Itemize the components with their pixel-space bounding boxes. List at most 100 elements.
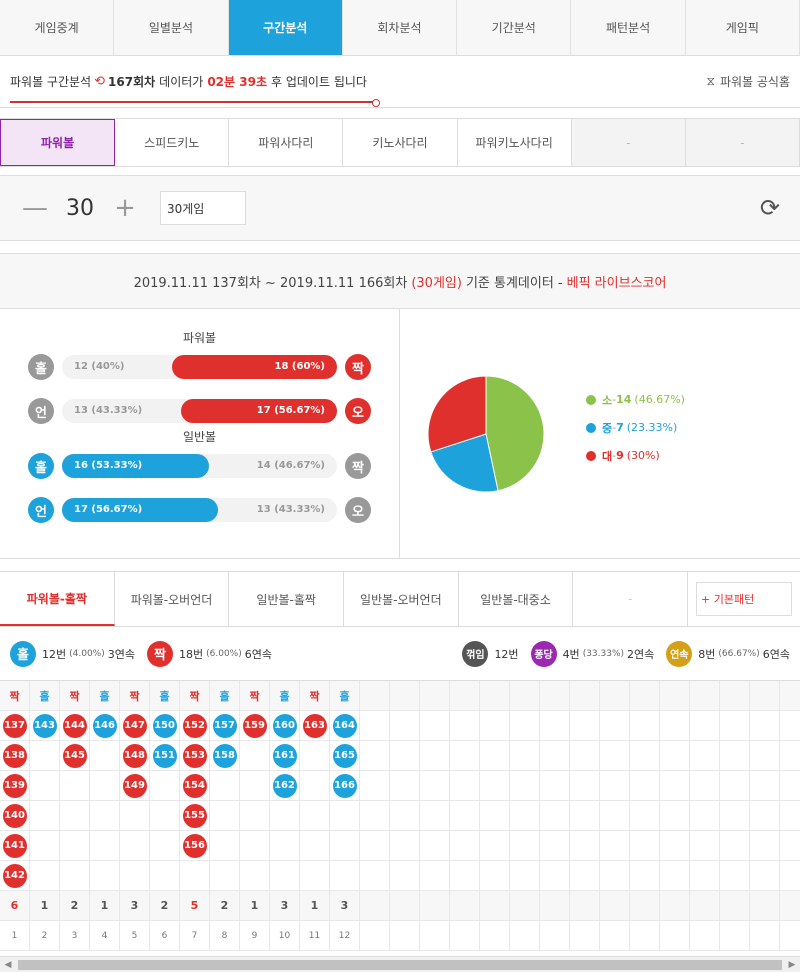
pattern-cell bbox=[540, 831, 570, 861]
pattern-cell bbox=[540, 861, 570, 891]
pattern-tab[interactable]: 파워볼-오버언더 bbox=[115, 572, 230, 626]
basic-pattern-button[interactable]: + 기본패턴 bbox=[696, 582, 793, 616]
scroll-thumb[interactable] bbox=[18, 959, 782, 970]
horizontal-scrollbar[interactable]: ◀ ▶ bbox=[0, 956, 800, 972]
pattern-cell bbox=[30, 771, 60, 801]
pattern-cell bbox=[450, 771, 480, 801]
pattern-tab[interactable]: 파워볼-홀짝 bbox=[0, 572, 115, 626]
main-tab[interactable]: 일별분석 bbox=[114, 0, 229, 55]
game-tab[interactable]: 파워키노사다리 bbox=[457, 119, 572, 166]
pattern-head-cell bbox=[510, 681, 540, 711]
pattern-count-cell bbox=[660, 891, 690, 921]
pattern-cell bbox=[300, 801, 330, 831]
pattern-cell bbox=[150, 771, 180, 801]
pattern-head-cell: 홀 bbox=[150, 681, 180, 711]
pie-legend: 소 - 14 (46.67%) 중 - 7 (23.33%) 대 - 9 (30%) bbox=[586, 392, 685, 476]
legend-label: 대 bbox=[602, 449, 613, 463]
pattern-cell bbox=[210, 861, 240, 891]
pattern-head-cell bbox=[450, 681, 480, 711]
range-count: 30 bbox=[66, 195, 94, 221]
main-tab[interactable]: 패턴분석 bbox=[571, 0, 686, 55]
pattern-index-cell: 8 bbox=[210, 921, 240, 951]
pattern-tab[interactable]: 일반볼-오버언더 bbox=[344, 572, 459, 626]
powerball-left-badge: 언 bbox=[28, 398, 54, 424]
scroll-right-icon[interactable]: ▶ bbox=[784, 960, 800, 970]
pattern-tab[interactable]: 일반볼-홀짝 bbox=[229, 572, 345, 626]
pattern-count-cell: 1 bbox=[240, 891, 270, 921]
pattern-cell bbox=[600, 711, 630, 741]
pattern-cell bbox=[300, 861, 330, 891]
pattern-cell bbox=[480, 861, 510, 891]
pattern-cell bbox=[360, 771, 390, 801]
update-progress-bar bbox=[10, 101, 378, 103]
refresh-icon[interactable]: ⟳ bbox=[760, 194, 780, 222]
pattern-cell: 147 bbox=[120, 711, 150, 741]
pattern-count-cell bbox=[570, 891, 600, 921]
pattern-count-cell bbox=[780, 891, 800, 921]
game-tab[interactable]: 키노사다리 bbox=[343, 119, 458, 166]
game-tab[interactable]: 파워볼 bbox=[0, 119, 116, 166]
pattern-cell: 166 bbox=[330, 771, 360, 801]
pattern-cell bbox=[300, 771, 330, 801]
pattern-head-cell: 짝 bbox=[180, 681, 210, 711]
pattern-cell bbox=[630, 711, 660, 741]
main-tab[interactable]: 기간분석 bbox=[457, 0, 572, 55]
decrease-button[interactable]: — bbox=[20, 193, 50, 223]
round-ball: 165 bbox=[332, 743, 357, 768]
normalball-right-label: 13 (43.33%) bbox=[256, 504, 325, 515]
pattern-cell bbox=[240, 771, 270, 801]
pattern-cell bbox=[480, 711, 510, 741]
pattern-cell bbox=[90, 741, 120, 771]
pattern-cell bbox=[450, 861, 480, 891]
pattern-cell bbox=[210, 771, 240, 801]
pattern-cell: 164 bbox=[330, 711, 360, 741]
pattern-cell bbox=[690, 801, 720, 831]
pattern-cell bbox=[240, 861, 270, 891]
pattern-count-cell bbox=[600, 891, 630, 921]
scroll-left-icon[interactable]: ◀ bbox=[0, 960, 16, 970]
games-select[interactable]: 30게임 bbox=[160, 191, 246, 225]
normalball-stat-row: 언 17 (56.67%) 13 (43.33%) 오 bbox=[28, 497, 371, 523]
pattern-cell bbox=[750, 741, 780, 771]
pattern-index-cell bbox=[660, 921, 690, 951]
pattern-cell bbox=[750, 801, 780, 831]
pattern-cell: 165 bbox=[330, 741, 360, 771]
game-tab[interactable]: 파워사다리 bbox=[229, 119, 344, 166]
pattern-cell bbox=[30, 741, 60, 771]
pattern-head-cell: 홀 bbox=[90, 681, 120, 711]
main-tab[interactable]: 구간분석 bbox=[228, 0, 343, 55]
pattern-index-cell: 7 bbox=[180, 921, 210, 951]
pattern-cell bbox=[540, 711, 570, 741]
pattern-cell bbox=[90, 831, 120, 861]
pattern-tab[interactable]: 일반볼-대중소 bbox=[459, 572, 574, 626]
pattern-cell bbox=[210, 801, 240, 831]
stats-header: 2019.11.11 137회차 ~ 2019.11.11 166회차 (30게… bbox=[0, 253, 800, 309]
pattern-cell bbox=[360, 831, 390, 861]
pattern-cell: 159 bbox=[240, 711, 270, 741]
powerball-right-badge: 오 bbox=[345, 398, 371, 424]
round-ball: 161 bbox=[272, 743, 297, 768]
normalball-left-label: 17 (56.67%) bbox=[74, 504, 143, 515]
pattern-count-cell bbox=[690, 891, 720, 921]
legend-dot bbox=[586, 450, 596, 461]
main-tab[interactable]: 게임픽 bbox=[686, 0, 800, 55]
pattern-count-cell: 1 bbox=[300, 891, 330, 921]
pattern-cell bbox=[690, 771, 720, 801]
update-prefix: 파워볼 구간분석 bbox=[10, 75, 92, 89]
pattern-index-cell bbox=[630, 921, 660, 951]
pattern-cell bbox=[270, 861, 300, 891]
round-ball: 148 bbox=[122, 743, 147, 768]
break-count: 12번 bbox=[494, 647, 519, 661]
legend-item: 중 - 7 (23.33%) bbox=[586, 420, 685, 436]
increase-button[interactable]: + bbox=[110, 193, 140, 223]
link-icon: ⧖ bbox=[706, 74, 715, 88]
pong-pct: (33.33%) bbox=[582, 648, 625, 659]
pattern-cell bbox=[780, 831, 800, 861]
pattern-index-cell: 11 bbox=[300, 921, 330, 951]
pattern-cell bbox=[540, 801, 570, 831]
game-tab[interactable]: 스피드키노 bbox=[115, 119, 230, 166]
main-tab[interactable]: 게임중계 bbox=[0, 0, 115, 55]
pattern-grid-wrap[interactable]: 짝 홀 짝 홀 짝 홀 짝 홀 짝 홀 짝 홀 137 143 144 146 147 150 152 157 159 1… bbox=[0, 681, 800, 956]
main-tab[interactable]: 회차분석 bbox=[343, 0, 458, 55]
official-home-link[interactable]: ⧖ 파워볼 공식홈 bbox=[707, 73, 791, 90]
